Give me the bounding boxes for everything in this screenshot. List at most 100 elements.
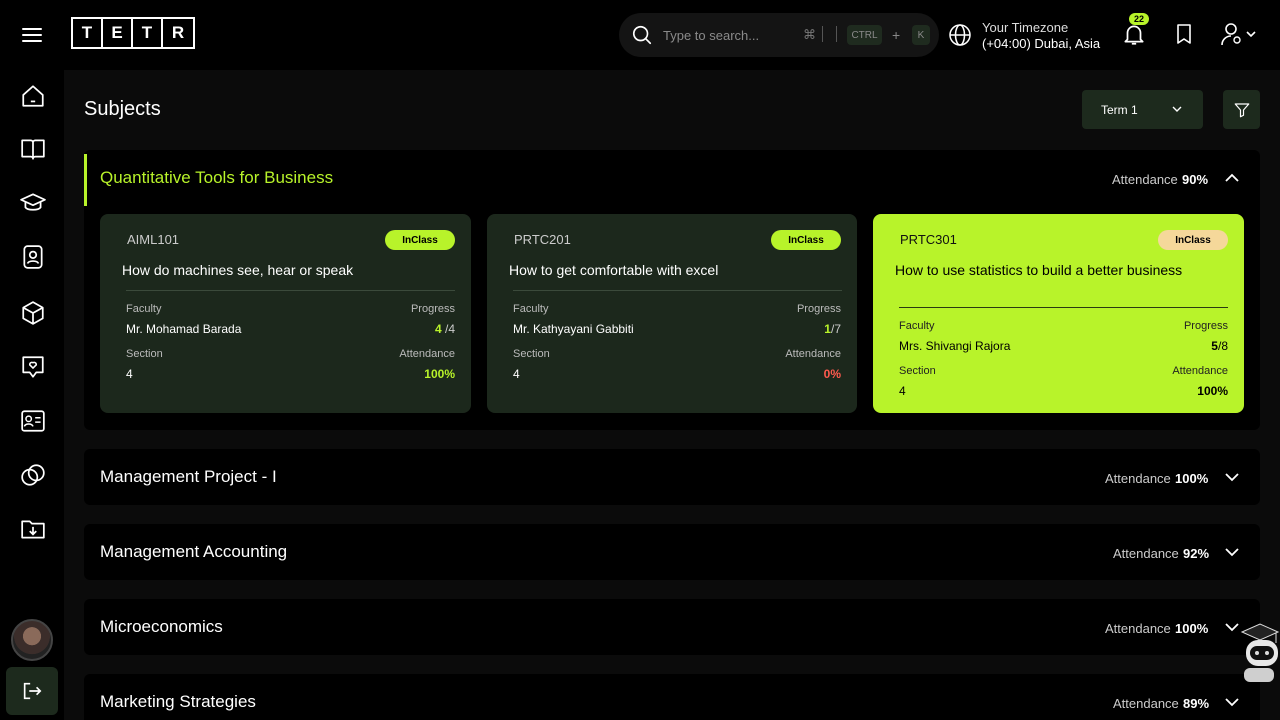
progress-total: /8 — [1217, 339, 1228, 353]
chevron-down-icon[interactable] — [1224, 544, 1240, 560]
course-code: PRTC201 — [514, 232, 571, 247]
section-value: 4 — [513, 367, 520, 381]
search-icon — [632, 25, 652, 45]
attendance-value: 100% — [1197, 384, 1228, 398]
subject-name: Marketing Strategies — [100, 692, 256, 711]
inclass-badge: InClass — [1158, 230, 1228, 250]
globe-icon[interactable] — [948, 23, 972, 47]
graduation-cap-icon[interactable] — [20, 190, 46, 216]
id-badge-icon[interactable] — [20, 244, 46, 270]
attendance-label: Attendance — [785, 348, 841, 360]
divider — [899, 307, 1228, 308]
notification-count-badge: 22 — [1129, 13, 1149, 25]
subject-accordion: Management Accounting Attendance 92% — [84, 524, 1260, 580]
active-indicator — [84, 154, 87, 206]
logo-letter: E — [103, 19, 133, 47]
subject-name: Management Accounting — [100, 542, 288, 561]
subject-accordion: Microeconomics Attendance 100% — [84, 599, 1260, 655]
attendance-value: 90% — [1182, 172, 1209, 187]
shortcut-divider — [836, 26, 837, 42]
subject-header[interactable]: Management Accounting Attendance 92% — [84, 524, 1260, 580]
section-label: Section — [126, 348, 163, 360]
attendance-value: 0% — [823, 367, 841, 381]
timezone-value: (+04:00) Dubai, Asia — [982, 36, 1101, 51]
shortcut-plus: + — [892, 27, 901, 43]
attendance-value: 100% — [424, 367, 455, 381]
progress-label: Progress — [1183, 320, 1228, 332]
progress-done: 5 — [1211, 339, 1218, 353]
subject-name: Quantitative Tools for Business — [100, 168, 334, 187]
book-icon[interactable] — [20, 136, 46, 162]
logout-icon — [23, 682, 42, 700]
progress-label: Progress — [796, 303, 841, 315]
attendance-value: 100% — [1175, 621, 1209, 636]
avatar[interactable] — [11, 619, 53, 661]
filter-button[interactable] — [1223, 90, 1260, 129]
faculty-name: Mrs. Shivangi Rajora — [899, 339, 1011, 353]
home-icon[interactable] — [20, 83, 46, 109]
subject-accordion: Marketing Strategies Attendance 89% — [84, 674, 1260, 720]
term-select-value: Term 1 — [1101, 102, 1138, 117]
subject-header[interactable]: Quantitative Tools for Business Attendan… — [84, 150, 1260, 206]
shortcut-k-key: K — [912, 25, 930, 45]
progress-done: 4 — [434, 322, 442, 336]
shortcut-ctrl-key: CTRL — [847, 25, 882, 45]
tetr-logo[interactable]: T E T R — [71, 17, 195, 49]
faculty-name: Mr. Mohamad Barada — [126, 322, 242, 336]
attendance-value: 92% — [1183, 546, 1210, 561]
rings-icon[interactable] — [20, 462, 46, 488]
folder-download-icon[interactable] — [20, 516, 46, 542]
attendance-label: Attendance — [1172, 365, 1228, 377]
progress-total: /7 — [830, 322, 841, 336]
shortcut-cmd: ⌘ — [803, 27, 816, 42]
bookmark-icon[interactable] — [1172, 21, 1196, 47]
logo-letter: T — [73, 19, 103, 47]
chevron-up-icon[interactable] — [1224, 170, 1240, 186]
logo-letter: R — [171, 23, 185, 42]
term-select[interactable]: Term 1 — [1082, 90, 1203, 129]
subject-header[interactable]: Management Project - I Attendance 100% — [84, 449, 1260, 505]
chevron-down-icon — [1172, 106, 1182, 112]
robot-assistant-icon[interactable] — [1238, 622, 1280, 684]
course-code: PRTC301 — [900, 232, 957, 247]
subject-header[interactable]: Marketing Strategies Attendance 89% — [84, 674, 1260, 720]
lesson-title: How to get comfortable with excel — [509, 262, 719, 278]
attendance-label: Attendance — [1113, 546, 1179, 561]
search-bar[interactable] — [619, 13, 939, 57]
progress-total: /4 — [444, 322, 455, 336]
chevron-down-icon[interactable] — [1224, 694, 1240, 710]
subject-name: Microeconomics — [100, 617, 223, 636]
attendance-label: Attendance — [1105, 621, 1171, 636]
shortcut-divider — [822, 26, 823, 42]
heart-message-icon[interactable] — [20, 354, 46, 380]
search-input[interactable] — [663, 25, 803, 45]
attendance-label: Attendance — [399, 348, 455, 360]
progress-label: Progress — [410, 303, 455, 315]
progress-value: 1/7 — [824, 322, 841, 336]
cube-icon[interactable] — [20, 300, 46, 326]
section-value: 4 — [899, 384, 906, 398]
lesson-card[interactable]: AIML101 InClass How do machines see, hea… — [100, 214, 471, 413]
faculty-label: Faculty — [126, 303, 162, 315]
section-label: Section — [513, 348, 550, 360]
lesson-title: How do machines see, hear or speak — [122, 262, 354, 278]
attendance-label: Attendance — [1113, 696, 1179, 711]
progress-value: 5/8 — [1211, 339, 1228, 353]
hamburger-menu-icon[interactable] — [20, 23, 44, 47]
subject-name: Management Project - I — [100, 467, 277, 486]
subject-accordion: Management Project - I Attendance 100% — [84, 449, 1260, 505]
page-title: Subjects — [84, 98, 161, 120]
contact-card-icon[interactable] — [20, 408, 46, 434]
subject-header[interactable]: Microeconomics Attendance 100% — [84, 599, 1260, 655]
user-settings-icon[interactable] — [1220, 21, 1260, 47]
lesson-card-selected[interactable]: PRTC301 InClass How to use statistics to… — [873, 214, 1244, 413]
lesson-title: How to use statistics to build a better … — [895, 262, 1183, 278]
divider — [126, 290, 455, 291]
attendance-value: 89% — [1183, 696, 1210, 711]
lesson-card[interactable]: PRTC201 InClass How to get comfortable w… — [487, 214, 857, 413]
progress-done: 1 — [824, 322, 831, 336]
logo-letter: T — [133, 19, 163, 47]
chevron-down-icon[interactable] — [1224, 469, 1240, 485]
logout-button[interactable] — [6, 667, 58, 715]
faculty-name: Mr. Kathyayani Gabbiti — [513, 322, 634, 336]
